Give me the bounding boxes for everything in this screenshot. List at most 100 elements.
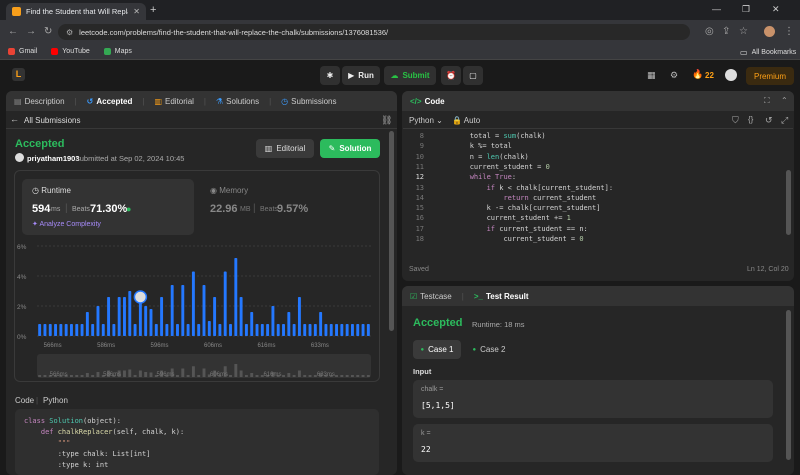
tab-accepted[interactable]: ↺ Accepted [87, 97, 133, 106]
profile-avatar[interactable] [764, 26, 775, 37]
runtime-bar[interactable] [144, 306, 148, 336]
runtime-bar[interactable] [260, 324, 264, 336]
runtime-bar[interactable] [170, 285, 174, 336]
auto-complete-toggle[interactable]: 🔒 Auto [452, 116, 480, 125]
close-window-icon[interactable]: ✕ [772, 4, 780, 15]
expand-icon[interactable]: ⤢ [781, 115, 788, 126]
runtime-bar[interactable] [308, 324, 312, 336]
runtime-bar[interactable] [197, 324, 201, 336]
username[interactable]: priyatham1903 [27, 154, 80, 163]
leetcode-logo-icon[interactable]: L [12, 68, 25, 81]
runtime-bar[interactable] [303, 324, 307, 336]
runtime-bar[interactable] [75, 324, 79, 336]
runtime-bar[interactable] [48, 324, 52, 336]
runtime-bar[interactable] [229, 324, 232, 336]
runtime-bar[interactable] [250, 312, 254, 336]
url-field[interactable]: ⚙ leetcode.com/problems/find-the-student… [58, 24, 690, 40]
runtime-bar[interactable] [117, 297, 121, 336]
close-tab-icon[interactable]: ✕ [133, 7, 140, 16]
tab-submissions[interactable]: ◷ Submissions [281, 97, 336, 106]
runtime-card[interactable]: ◷ Runtime 594 ms | Beats 71.30% ● ✦ Anal… [22, 179, 194, 235]
case-1-tab[interactable]: ● Case 1 [413, 340, 461, 359]
timer-button[interactable]: ⏰ [441, 66, 461, 85]
runtime-bar[interactable] [239, 297, 243, 336]
runtime-bar[interactable] [191, 271, 195, 337]
runtime-bar[interactable] [313, 324, 317, 336]
case-2-tab[interactable]: ● Case 2 [466, 340, 512, 359]
tab-description[interactable]: ▤ Description [14, 97, 65, 106]
runtime-bar[interactable] [160, 297, 164, 336]
collapse-editor-icon[interactable]: ⌃ [781, 96, 788, 105]
submit-button[interactable]: ☁ Submit [384, 66, 436, 85]
runtime-bar[interactable] [297, 297, 301, 336]
debug-button[interactable]: ✱ [320, 66, 340, 85]
runtime-bar[interactable] [149, 309, 153, 336]
menu-icon[interactable]: ⋮ [784, 26, 794, 37]
notes-button[interactable]: ▢ [463, 66, 483, 85]
tab-solutions[interactable]: ⚗ Solutions [216, 97, 259, 106]
tab-testcase[interactable]: ☑ Testcase [410, 292, 452, 301]
all-bookmarks[interactable]: ▭ All Bookmarks [740, 48, 796, 57]
runtime-bar[interactable] [91, 324, 95, 336]
runtime-bar[interactable] [356, 324, 360, 336]
runtime-bar[interactable] [202, 285, 206, 336]
runtime-bar[interactable] [70, 324, 73, 336]
runtime-bar[interactable] [165, 324, 169, 336]
runtime-bar[interactable] [213, 297, 217, 336]
maximize-editor-icon[interactable]: ⛶ [764, 96, 770, 106]
tab-test-result[interactable]: >_ Test Result [474, 292, 529, 301]
runtime-bar[interactable] [366, 324, 370, 336]
streak-count[interactable]: 22 [705, 71, 714, 80]
runtime-bar[interactable] [335, 324, 338, 336]
run-button[interactable]: ▶ Run [342, 66, 380, 85]
test-scrollbar[interactable] [786, 310, 791, 460]
runtime-bar[interactable] [96, 306, 100, 336]
runtime-bar[interactable] [234, 258, 238, 336]
editorial-button[interactable]: ▥ Editorial [256, 139, 314, 158]
format-icon[interactable]: {} [748, 115, 753, 124]
runtime-bar[interactable] [64, 324, 68, 336]
back-icon[interactable]: ← [8, 26, 18, 37]
k-input-field[interactable]: k = 22 [413, 424, 773, 462]
bookmark-maps[interactable]: Maps [103, 48, 132, 55]
runtime-bar[interactable] [133, 324, 137, 336]
runtime-bar[interactable] [38, 324, 42, 336]
settings-icon[interactable]: ⚙ [670, 70, 678, 81]
tab-code[interactable]: </> Code [410, 97, 445, 106]
new-tab-icon[interactable]: + [150, 4, 156, 16]
your-submission-marker[interactable] [133, 290, 148, 304]
reset-icon[interactable]: ↺ [765, 115, 773, 126]
analyze-complexity-link[interactable]: ✦ Analyze Complexity [32, 220, 101, 228]
runtime-bar[interactable] [112, 324, 116, 336]
runtime-bar[interactable] [107, 297, 111, 336]
maximize-icon[interactable]: ❐ [742, 4, 750, 15]
left-scrollbar[interactable] [389, 131, 394, 331]
runtime-bar[interactable] [266, 324, 270, 336]
runtime-bar[interactable] [324, 324, 328, 336]
runtime-bar[interactable] [282, 324, 285, 336]
premium-button[interactable]: Premium [746, 67, 794, 85]
runtime-bar[interactable] [223, 271, 227, 337]
layout-icon[interactable]: ▦ [647, 70, 656, 81]
bookmark-icon[interactable]: ⛉ [732, 115, 739, 126]
incognito-icon[interactable]: ◎ [705, 26, 714, 37]
bookmark-gmail[interactable]: Gmail [8, 48, 37, 55]
memory-card[interactable]: ◉ Memory 22.96 MB | Beats 9.57% [200, 179, 370, 235]
reload-icon[interactable]: ↻ [44, 26, 52, 37]
tab-editorial[interactable]: ▥ Editorial [154, 97, 193, 106]
runtime-bar[interactable] [218, 324, 222, 336]
runtime-bar[interactable] [43, 324, 47, 336]
link-icon[interactable]: ⛓ [381, 115, 392, 126]
runtime-bar[interactable] [345, 324, 349, 336]
runtime-bar[interactable] [319, 312, 323, 336]
runtime-bar[interactable] [244, 324, 248, 336]
runtime-bar[interactable] [292, 324, 296, 336]
runtime-bar[interactable] [276, 324, 280, 336]
runtime-bar[interactable] [271, 306, 275, 336]
user-avatar[interactable] [725, 69, 737, 81]
runtime-bar[interactable] [123, 297, 126, 336]
runtime-bar[interactable] [361, 324, 365, 336]
all-submissions-link[interactable]: All Submissions [24, 116, 80, 125]
back-arrow-icon[interactable]: ← [10, 114, 19, 124]
code-editor[interactable]: 8 total = sum(chalk) 9 k %= total 10 n = l… [404, 130, 784, 252]
